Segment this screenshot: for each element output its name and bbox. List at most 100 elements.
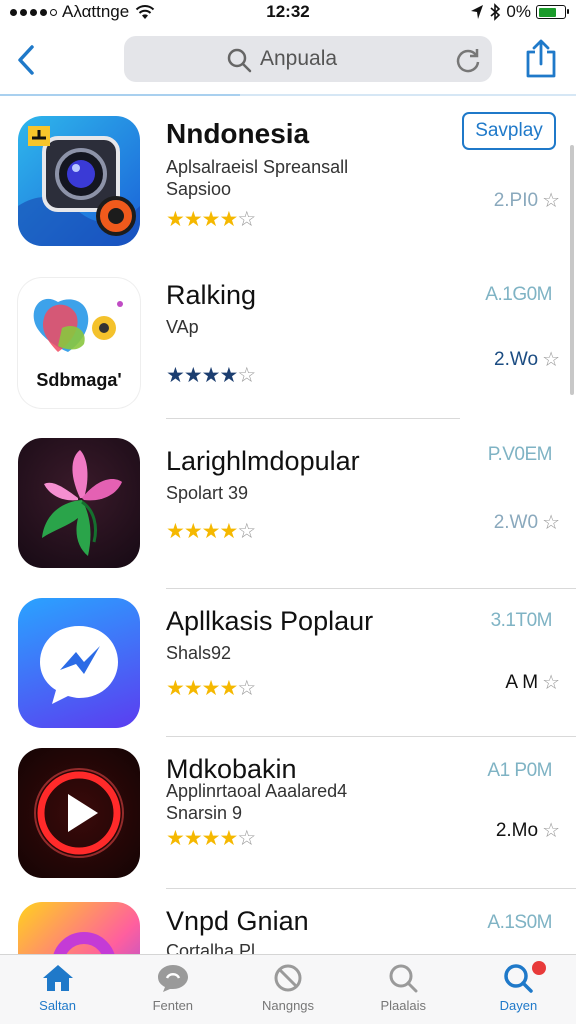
location-icon: [471, 5, 484, 19]
search-badge-icon: [504, 964, 534, 993]
tab-label: Fenten: [152, 998, 194, 1013]
app-size: A.1S0M: [487, 912, 552, 933]
app-title: Apllkasis Poplaur: [166, 606, 374, 636]
app-size: 3.1T0M: [490, 610, 553, 631]
app-meta: 2.W0 ☆: [494, 510, 560, 535]
app-meta: 2.Mo ☆: [496, 818, 560, 843]
app-subtitle: Spolart 39: [166, 483, 249, 503]
tab-search[interactable]: Plaalais: [346, 955, 461, 1024]
back-button[interactable]: [10, 42, 42, 78]
tab-label: Plaalais: [380, 998, 426, 1013]
app-row[interactable]: Mdkobakin Applinrtaoal Aaalared4 Snarsin…: [0, 738, 576, 889]
app-subtitle: Cortalha Pl: [166, 941, 256, 954]
star-filled-icon: ★: [201, 827, 221, 850]
app-row[interactable]: Nndonesia Aplsalraeisl Spreansall Sapsio…: [0, 112, 576, 262]
camera-app-icon: [18, 116, 140, 246]
tab-home[interactable]: Saltan: [0, 955, 115, 1024]
star-outline-icon[interactable]: ☆: [542, 818, 560, 843]
app-row[interactable]: Vnpd Gnian Cortalha Pl A.1S0M: [0, 890, 576, 954]
star-empty-icon: ☆: [237, 520, 256, 543]
flower-app-icon: [18, 438, 140, 568]
carrier-name: Αλαttnge: [62, 2, 130, 21]
search-icon: [227, 48, 252, 73]
status-bar: Αλαttnge 12:32 0%: [0, 0, 576, 24]
notification-badge: [532, 961, 547, 975]
star-filled-icon: ★: [219, 364, 238, 387]
app-icon-caption: Sdbmaga': [36, 370, 122, 390]
app-meta: A M ☆: [505, 670, 560, 695]
star-empty-icon: ☆: [237, 677, 256, 700]
star-filled-icon: ★: [166, 364, 185, 387]
rating-stars: ★★★★☆: [166, 676, 256, 701]
get-button[interactable]: Savplay: [462, 112, 556, 150]
app-subtitle: Aplsalraeisl Spreansall Sapsioo: [166, 157, 349, 199]
app-row[interactable]: Larighlmdopular Spolart 39 ★★★★☆ P.V0EM …: [0, 430, 576, 590]
star-filled-icon: ★: [219, 677, 238, 700]
row-divider: [166, 736, 576, 737]
row-divider: [166, 588, 576, 589]
refresh-icon[interactable]: [454, 46, 482, 74]
tab-bar: Saltan Fenten Nangngs Plaalais Dayen: [0, 954, 576, 1024]
star-filled-icon: ★: [166, 677, 185, 700]
app-meta-value: 2.W0: [493, 511, 539, 533]
row-divider: [166, 418, 460, 419]
rating-stars: ★★★★☆: [166, 207, 256, 232]
gradient-app-icon: [18, 902, 140, 954]
app-subtitle: Applinrtaoal Aaalared4 Snarsin 9: [166, 781, 348, 823]
star-filled-icon: ★: [183, 677, 203, 700]
rating-stars: ★★★★☆: [166, 826, 256, 851]
star-outline-icon[interactable]: ☆: [542, 510, 560, 535]
bluetooth-icon: [490, 3, 501, 21]
star-filled-icon: ★: [219, 208, 238, 231]
app-title: Vnpd Gnian: [166, 906, 309, 936]
star-filled-icon: ★: [166, 208, 185, 231]
search-icon: [389, 964, 418, 993]
star-outline-icon[interactable]: ☆: [542, 188, 560, 213]
star-filled-icon: ★: [201, 208, 221, 231]
star-filled-icon: ★: [219, 827, 238, 850]
star-filled-icon: ★: [201, 364, 221, 387]
app-row[interactable]: Sdbmaga' Ralking VAp ★★★★☆ A.1G0M 2.Wo ☆: [0, 270, 576, 420]
app-meta-value: A M: [505, 671, 539, 693]
app-size: A.1G0M: [485, 284, 552, 305]
star-filled-icon: ★: [166, 827, 185, 850]
app-meta-value: 2.Wo: [494, 348, 539, 370]
rating-stars: ★★★★☆: [166, 519, 256, 544]
tab-chat[interactable]: Fenten: [115, 955, 230, 1024]
star-filled-icon: ★: [201, 520, 221, 543]
home-icon: [42, 965, 73, 991]
star-empty-icon: ☆: [237, 364, 256, 387]
search-bar[interactable]: [124, 36, 492, 82]
search-input[interactable]: [260, 47, 460, 71]
share-button[interactable]: [524, 38, 558, 78]
nav-bar: [0, 30, 576, 90]
chevron-left-icon: [18, 45, 34, 75]
nav-divider: [0, 94, 576, 96]
star-empty-icon: ☆: [237, 827, 256, 850]
tab-discover[interactable]: Dayen: [461, 955, 576, 1024]
app-meta: 2.Wo ☆: [494, 347, 560, 372]
app-row[interactable]: Apllkasis Poplaur Shals92 ★★★★☆ 3.1T0M A…: [0, 590, 576, 738]
tab-blocked[interactable]: Nangngs: [230, 955, 345, 1024]
share-icon: [526, 39, 556, 78]
signal-icon: [10, 8, 57, 16]
tab-label: Nangngs: [261, 998, 315, 1013]
star-empty-icon: ☆: [237, 208, 256, 231]
star-filled-icon: ★: [183, 827, 203, 850]
block-icon: [274, 964, 302, 992]
rating-stars: ★★★★☆: [166, 363, 256, 388]
app-size: P.V0EM: [487, 444, 553, 465]
video-app-icon: [18, 748, 140, 878]
app-subtitle: Shals92: [166, 643, 232, 663]
app-meta-value: 2.PI0: [493, 189, 539, 211]
app-size: A1 P0M: [487, 760, 552, 781]
tab-label: Saltan: [39, 998, 77, 1013]
app-meta-value: 2.Mo: [495, 819, 539, 841]
star-filled-icon: ★: [166, 520, 185, 543]
star-filled-icon: ★: [201, 677, 221, 700]
wifi-icon: [136, 5, 155, 19]
star-outline-icon[interactable]: ☆: [542, 347, 560, 372]
scrollbar[interactable]: [570, 145, 574, 395]
app-title: Nndonesia: [166, 118, 310, 149]
star-outline-icon[interactable]: ☆: [542, 670, 560, 695]
